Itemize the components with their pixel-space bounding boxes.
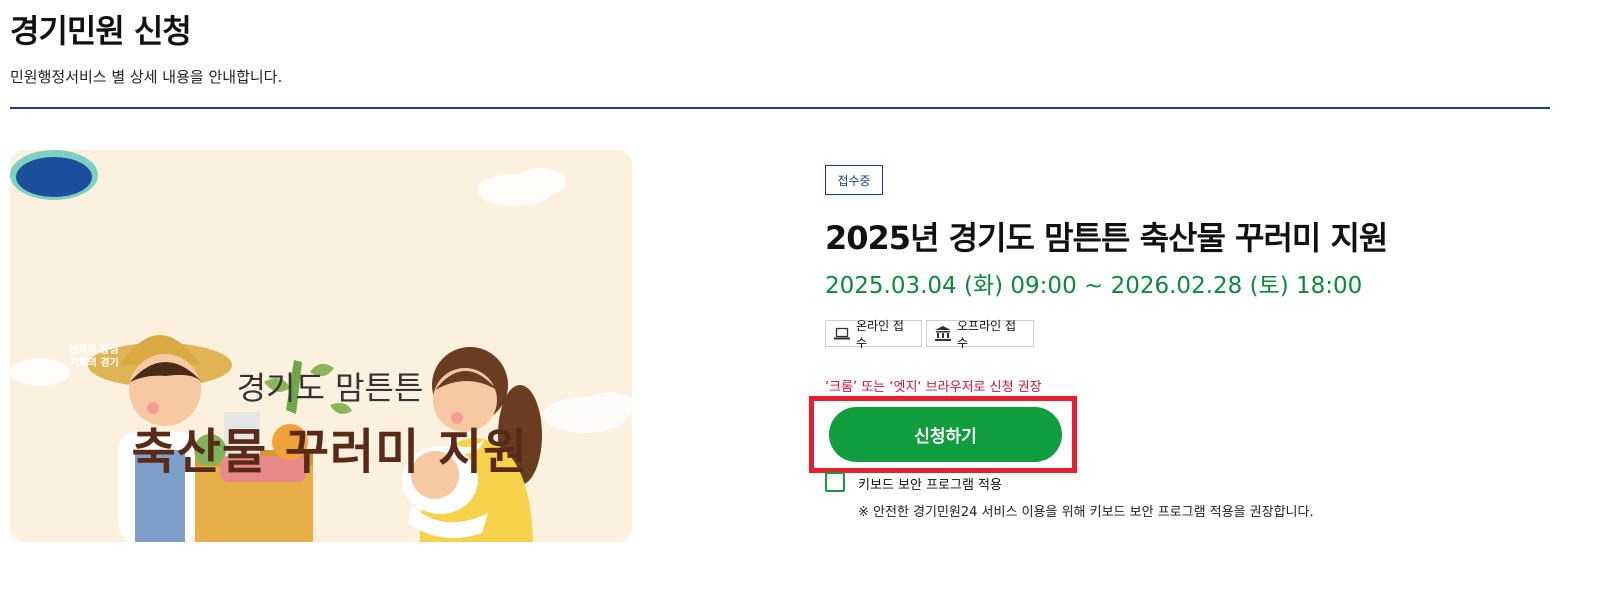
banner-headline-large: 축산물 꾸러미 지원 bbox=[131, 424, 529, 480]
institution-icon bbox=[935, 326, 951, 341]
method-tag-offline: 오프라인 접수 bbox=[926, 319, 1034, 350]
browser-recommendation: ‘크롬’ 또는 ‘엣지‘ 브라우저로 신청 권장 bbox=[825, 380, 1042, 395]
service-banner-image: 변화의 중심 기회의 경기 경기도 맘튼튼 축산물 꾸러미 지원 bbox=[10, 150, 632, 542]
application-period: 2025.03.04 (화) 09:00 ~ 2026.02.28 (토) 18… bbox=[825, 273, 1363, 299]
keyboard-security-checkbox[interactable] bbox=[825, 472, 845, 492]
page-subtitle: 민원행정서비스 별 상세 내용을 안내합니다. bbox=[10, 68, 283, 86]
apply-button[interactable]: 신청하기 bbox=[829, 407, 1062, 462]
logo-line1: 변화의 중심 bbox=[69, 345, 119, 356]
method-offline-label: 오프라인 접수 bbox=[957, 318, 1017, 350]
keyboard-security-note: ※ 안전한 경기민원24 서비스 이용을 위해 키보드 보안 프로그램 적용을 … bbox=[858, 505, 1314, 520]
banner-headline-small: 경기도 맘튼튼 bbox=[236, 369, 424, 407]
page: 경기민원 신청 민원행정서비스 별 상세 내용을 안내합니다. 변화의 중심 기… bbox=[0, 0, 1618, 607]
gyeonggi-logo-icon bbox=[10, 150, 98, 200]
method-online-label: 온라인 접수 bbox=[856, 318, 904, 350]
service-title: 2025년 경기도 맘튼튼 축산물 꾸러미 지원 bbox=[825, 219, 1388, 257]
status-badge: 접수중 bbox=[825, 165, 883, 195]
header-divider bbox=[10, 107, 1550, 109]
page-title: 경기민원 신청 bbox=[10, 12, 192, 50]
keyboard-security-label[interactable]: 키보드 보안 프로그램 적용 bbox=[858, 474, 1002, 493]
method-tag-online: 온라인 접수 bbox=[825, 319, 922, 350]
laptop-icon bbox=[834, 327, 850, 339]
